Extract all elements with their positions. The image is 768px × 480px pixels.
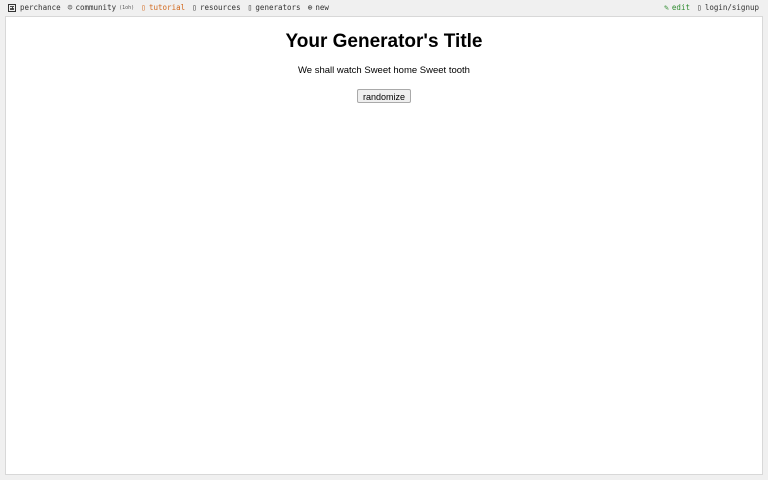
resources-icon: ▯ bbox=[192, 2, 197, 12]
nav-tutorial-label: tutorial bbox=[149, 3, 186, 12]
generator-title: Your Generator's Title bbox=[285, 31, 483, 52]
plus-circle-icon: ⊕ bbox=[307, 2, 313, 12]
generators-icon: ▯ bbox=[247, 2, 253, 12]
nav-login-signup[interactable]: ▯ login/signup bbox=[697, 3, 759, 12]
nav-edit-label: edit bbox=[671, 3, 690, 12]
nav-login-label: login/signup bbox=[704, 3, 759, 12]
generator-output-text: We shall watch Sweet home Sweet tooth bbox=[298, 65, 470, 76]
nav-new[interactable]: ⊕ new bbox=[308, 3, 329, 12]
nav-new-label: new bbox=[315, 3, 329, 12]
nav-edit[interactable]: ✎ edit bbox=[664, 3, 690, 12]
nav-generators[interactable]: ▯ generators bbox=[248, 3, 301, 12]
nav-perchance-home[interactable]: perchance bbox=[8, 3, 61, 12]
nav-perchance-label: perchance bbox=[20, 3, 61, 12]
nav-resources-label: resources bbox=[199, 3, 241, 12]
dice-icon bbox=[8, 3, 16, 12]
nav-community-count: (1oh) bbox=[119, 4, 135, 11]
nav-community[interactable]: ☺ community (1oh) bbox=[68, 3, 135, 12]
top-nav-bar: perchance ☺ community (1oh) ▯ tutorial ▯… bbox=[0, 0, 768, 15]
randomize-button[interactable]: randomize bbox=[356, 89, 412, 103]
user-icon: ▯ bbox=[696, 2, 702, 12]
book-icon: ▯ bbox=[141, 2, 146, 12]
people-icon: ☺ bbox=[67, 2, 73, 12]
randomize-button-wrapper: randomize bbox=[6, 85, 762, 104]
nav-tutorial[interactable]: ▯ tutorial bbox=[141, 3, 185, 12]
nav-generators-label: generators bbox=[255, 3, 301, 12]
generator-output-frame: Your Generator's Title We shall watch Sw… bbox=[5, 16, 763, 475]
nav-resources[interactable]: ▯ resources bbox=[192, 3, 240, 12]
pencil-icon: ✎ bbox=[664, 2, 669, 12]
nav-community-label: community bbox=[75, 3, 117, 12]
